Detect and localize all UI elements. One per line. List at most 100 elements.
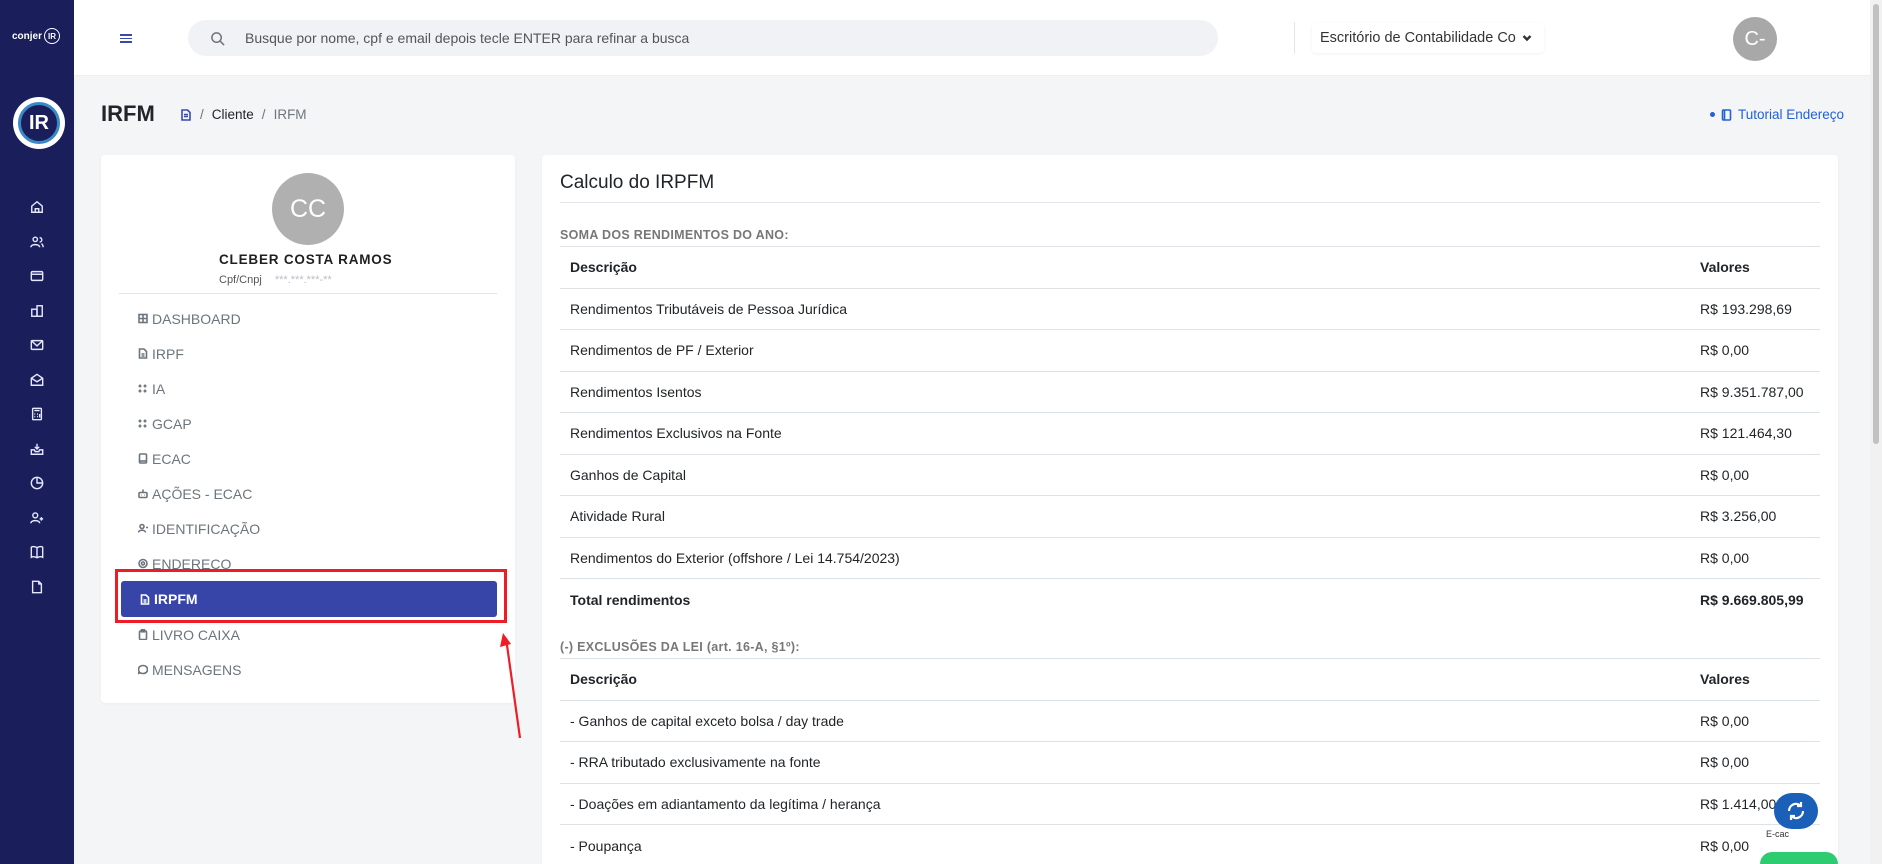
breadcrumb-separator: / bbox=[261, 107, 266, 122]
mail-icon[interactable] bbox=[0, 328, 74, 363]
left-rail: conjer IR IR bbox=[0, 0, 74, 864]
mail-open-icon[interactable] bbox=[0, 363, 74, 398]
row-value: R$ 0,00 bbox=[1700, 536, 1820, 579]
user-avatar[interactable]: C- bbox=[1733, 17, 1777, 61]
row-value: R$ 0,00 bbox=[1700, 329, 1820, 371]
grid-icon bbox=[138, 313, 148, 324]
client-doc-value: ***.***.***-** bbox=[274, 274, 332, 286]
table-row: Rendimentos de PF / Exterior R$ 0,00 bbox=[560, 329, 1820, 371]
users-icon[interactable] bbox=[0, 225, 74, 260]
table-row: - RRA tributado exclusivamente na fonte R… bbox=[560, 741, 1820, 783]
client-doc-label: Cpf/Cnpj bbox=[219, 274, 262, 286]
robot-icon bbox=[138, 489, 148, 499]
tutorial-link[interactable]: Tutorial Endereço bbox=[1710, 107, 1844, 122]
table-row: Rendimentos Exclusivos na Fonte R$ 121.46… bbox=[560, 412, 1820, 454]
buildings-icon[interactable] bbox=[0, 294, 74, 329]
client-doc: Cpf/Cnpj ***.***.***-** bbox=[219, 274, 332, 286]
section-label-exclusoes: (-) EXCLUSÕES DA LEI (art. 16-A, §1º): bbox=[560, 640, 800, 654]
bullet-dot bbox=[1710, 112, 1715, 117]
table-row: Rendimentos Tributáveis de Pessoa Jurídi… bbox=[560, 287, 1820, 330]
scrollbar-thumb[interactable] bbox=[1873, 4, 1879, 444]
user-plus-icon[interactable] bbox=[0, 501, 74, 536]
table-row: Ganhos de Capital R$ 0,00 bbox=[560, 453, 1820, 496]
highlight-annotation-box bbox=[115, 569, 507, 623]
menu-item-identificacao[interactable]: IDENTIFICAÇÃO bbox=[119, 511, 499, 546]
row-value: R$ 121.464,30 bbox=[1700, 412, 1820, 454]
file-icon bbox=[138, 348, 148, 359]
section-label-rendimentos: SOMA DOS RENDIMENTOS DO ANO: bbox=[560, 228, 789, 242]
menu-item-label: IDENTIFICAÇÃO bbox=[152, 520, 261, 537]
whatsapp-button[interactable] bbox=[1760, 852, 1838, 864]
menu-item-label: LIVRO CAIXA bbox=[152, 626, 240, 643]
inbox-icon[interactable] bbox=[0, 432, 74, 467]
menu-item-acoes-ecac[interactable]: AÇÕES - ECAC bbox=[119, 476, 499, 511]
card-icon[interactable] bbox=[0, 259, 74, 294]
app-logo[interactable]: IR bbox=[13, 97, 65, 149]
search-icon bbox=[211, 31, 225, 46]
menu-item-gcap[interactable]: GCAP bbox=[119, 406, 499, 441]
row-value: R$ 193.298,69 bbox=[1700, 287, 1820, 330]
rendimentos-table: Descrição Valores Rendimentos Tributávei… bbox=[560, 246, 1820, 620]
brand-mark: IR bbox=[44, 28, 61, 44]
column-header-descricao: Descrição bbox=[560, 246, 1700, 288]
menu-item-ia[interactable]: IA bbox=[119, 371, 499, 406]
row-desc: - Doações em adiantamento da legítima / … bbox=[560, 782, 1700, 825]
column-header-valores: Valores bbox=[1700, 246, 1820, 288]
rail-nav bbox=[0, 190, 74, 604]
table-row: - Doações em adiantamento da legítima / … bbox=[560, 782, 1820, 825]
menu-item-label: ECAC bbox=[152, 450, 191, 467]
breadcrumb-item-cliente[interactable]: Cliente bbox=[212, 107, 254, 122]
table-row: - Poupança R$ 0,00 bbox=[560, 824, 1820, 864]
client-menu: DASHBOARD IRPF IA GCAP ECAC AÇÕES - ECAC… bbox=[119, 301, 499, 687]
row-value: R$ 0,00 bbox=[1700, 741, 1820, 783]
ecac-widget[interactable]: E-cac bbox=[1764, 793, 1824, 839]
breadcrumb-separator: / bbox=[200, 107, 204, 122]
menu-item-mensagens[interactable]: MENSAGENS bbox=[119, 652, 499, 687]
page-scrollbar[interactable] bbox=[1870, 0, 1882, 864]
brand-logo[interactable]: conjer IR bbox=[12, 28, 64, 44]
card-divider bbox=[560, 202, 1820, 203]
chart-pie-icon[interactable] bbox=[0, 466, 74, 501]
chat-icon bbox=[138, 664, 148, 675]
row-value: R$ 0,00 bbox=[1700, 699, 1820, 742]
menu-item-irpf[interactable]: IRPF bbox=[119, 336, 499, 371]
menu-toggle-icon[interactable] bbox=[120, 34, 132, 44]
file-icon[interactable] bbox=[0, 570, 74, 605]
menu-item-label: MENSAGENS bbox=[152, 661, 242, 678]
menu-item-ecac[interactable]: ECAC bbox=[119, 441, 499, 476]
row-desc: Rendimentos Exclusivos na Fonte bbox=[560, 412, 1700, 454]
menu-item-label: AÇÕES - ECAC bbox=[152, 485, 253, 502]
topbar-divider bbox=[1294, 22, 1295, 54]
menu-item-label: IA bbox=[152, 380, 166, 397]
table-row: Atividade Rural R$ 3.256,00 bbox=[560, 495, 1820, 537]
document-icon[interactable] bbox=[180, 108, 192, 121]
total-desc: Total rendimentos bbox=[560, 578, 1700, 620]
book-icon[interactable] bbox=[0, 535, 74, 570]
top-bar: Escritório de Contabilidade Co C- bbox=[74, 0, 1870, 76]
search-input[interactable] bbox=[245, 30, 1145, 46]
home-icon[interactable] bbox=[0, 190, 74, 225]
row-desc: Ganhos de Capital bbox=[560, 453, 1700, 496]
table-header-row: Descrição Valores bbox=[560, 658, 1820, 700]
row-value: R$ 0,00 bbox=[1700, 453, 1820, 496]
client-avatar: CC bbox=[272, 173, 344, 245]
calculator-icon[interactable] bbox=[0, 397, 74, 432]
column-header-descricao: Descrição bbox=[560, 658, 1700, 700]
client-name: CLEBER COSTA RAMOS bbox=[219, 252, 393, 267]
sync-icon bbox=[1774, 793, 1818, 829]
table-row: - Ganhos de capital exceto bolsa / day t… bbox=[560, 699, 1820, 742]
clipboard-icon bbox=[138, 629, 148, 640]
breadcrumb: / Cliente / IRFM bbox=[180, 107, 307, 122]
row-desc: - Ganhos de capital exceto bolsa / day t… bbox=[560, 699, 1700, 742]
row-value: R$ 9.351.787,00 bbox=[1700, 370, 1820, 413]
menu-item-dashboard[interactable]: DASHBOARD bbox=[119, 301, 499, 336]
row-desc: - RRA tributado exclusivamente na fonte bbox=[560, 741, 1700, 783]
page-title: IRFM bbox=[101, 101, 155, 126]
row-desc: - Poupança bbox=[560, 824, 1700, 864]
menu-item-label: DASHBOARD bbox=[152, 310, 241, 327]
office-select[interactable]: Escritório de Contabilidade Co bbox=[1312, 23, 1544, 53]
row-desc: Rendimentos Isentos bbox=[560, 370, 1700, 413]
irpfm-calc-card: Calculo do IRPFM SOMA DOS RENDIMENTOS DO… bbox=[542, 155, 1838, 864]
book-icon bbox=[138, 453, 148, 464]
row-desc: Atividade Rural bbox=[560, 495, 1700, 537]
